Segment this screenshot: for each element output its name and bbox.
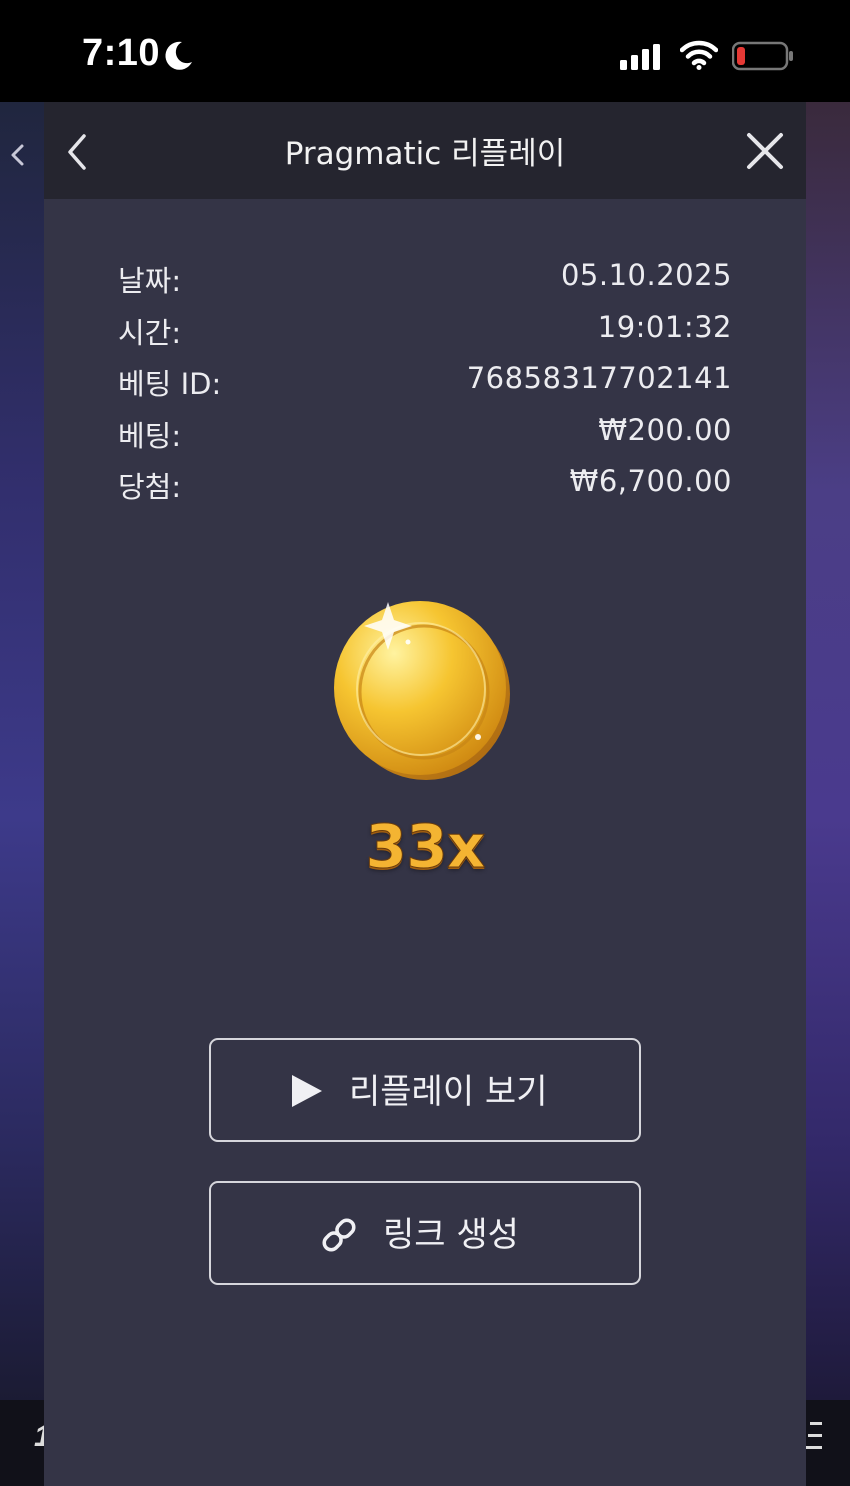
date-label: 날짜: (118, 264, 182, 298)
win-value: ₩6,700.00 (569, 464, 732, 498)
bet-label: 베팅: (118, 418, 182, 453)
wifi-icon (680, 40, 718, 70)
battery-low-icon (732, 41, 793, 71)
date-value: 05.10.2025 (560, 258, 732, 292)
modal-title: Pragmatic 리플레이 (284, 136, 566, 172)
gold-coin-icon (334, 601, 510, 780)
status-bar: 7:10 (0, 0, 850, 102)
watch-replay-button[interactable]: 리플레이 보기 (209, 1038, 641, 1142)
info-row-time: 시간: 19:01:32 (118, 310, 732, 362)
bet-value: ₩200.00 (598, 412, 732, 447)
time-value: 19:01:32 (597, 309, 732, 344)
info-row-bet: 베팅: ₩200.00 (118, 413, 732, 465)
game-reel-right (806, 102, 850, 1402)
create-link-button[interactable]: 링크 생성 (209, 1181, 641, 1285)
replay-modal: Pragmatic 리플레이 날짜: 05.10.2025 시간: 19:01:… (44, 102, 806, 1486)
info-row-bet-id: 베팅 ID: 76858317702141 (118, 361, 732, 413)
bet-id-value: 76858317702141 (466, 361, 732, 395)
moon-icon (165, 41, 192, 70)
modal-header: Pragmatic 리플레이 (44, 102, 806, 199)
bet-info-table: 날짜: 05.10.2025 시간: 19:01:32 베팅 ID: 76858… (118, 258, 732, 516)
game-reel-left (0, 102, 44, 1402)
menu-icon[interactable] (806, 1416, 826, 1456)
bet-id-label: 베팅 ID: (118, 367, 222, 401)
chevron-left-icon[interactable] (8, 140, 26, 170)
status-time: 7:10 (82, 32, 161, 74)
win-multiplier: 33x (365, 812, 486, 883)
cellular-signal-icon (620, 44, 660, 70)
win-label: 당첨: (118, 470, 182, 504)
info-row-win: 당첨: ₩6,700.00 (118, 464, 732, 516)
time-label: 시간: (118, 315, 182, 350)
info-row-date: 날짜: 05.10.2025 (118, 258, 732, 310)
watch-replay-label: 리플레이 보기 (349, 1072, 548, 1112)
play-icon (292, 1075, 322, 1107)
link-icon (322, 1218, 356, 1252)
create-link-label: 링크 생성 (383, 1215, 519, 1255)
close-icon[interactable] (744, 130, 786, 172)
